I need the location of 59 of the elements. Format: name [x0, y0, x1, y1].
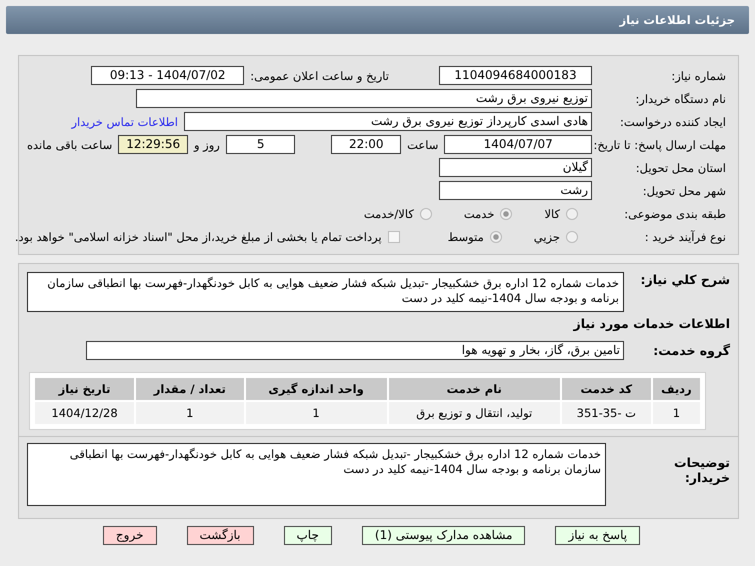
field-label: ایجاد کننده درخواست:	[619, 114, 726, 128]
radio-label: متوسط	[448, 230, 484, 244]
field-label: توضیحات خریدار:	[673, 454, 730, 485]
radio-label: کالا/خدمت	[364, 206, 414, 220]
summary-textarea[interactable]: خدمات شماره 12 اداره برق خشکبیجار -تبدیل شبکه فشار ضعیف هوایی به کابل خودنگهدار-فهرست بها انطباقی سازمان برنامه و بودجه سال 1404-نیمه کلید در دست	[27, 272, 624, 312]
action-button[interactable]: بازگشت	[186, 526, 254, 545]
checkbox[interactable]	[388, 230, 400, 242]
need-number-field: 1104094684000183	[439, 66, 592, 85]
field-label: شهر محل تحویل:	[642, 184, 726, 198]
radio-button[interactable]	[490, 230, 502, 242]
table-cell: 1	[246, 402, 387, 424]
creator-field: هادی اسدی کارپرداز توزیع نیروی برق رشت	[184, 112, 592, 131]
field-label: گروه خدمت:	[652, 343, 730, 358]
radio-button[interactable]	[566, 208, 578, 220]
column-header: تعداد / مقدار	[136, 378, 244, 400]
days-label: روز و	[194, 138, 220, 152]
column-header: واحد اندازه گیری	[246, 378, 387, 400]
remaining-label: ساعت باقی مانده	[27, 138, 112, 152]
buyer-field: توزیع نیروی برق رشت	[136, 89, 592, 108]
table-cell: 1	[136, 402, 244, 424]
table-cell: ت -35-351	[562, 402, 651, 424]
table-cell: 1	[652, 402, 700, 424]
action-button[interactable]: پاسخ به نیاز	[555, 526, 640, 545]
contact-link[interactable]: اطلاعات تماس خریدار	[71, 114, 178, 128]
announce-date-field: 1404/07/02 - 09:13	[91, 66, 244, 85]
notes-textarea[interactable]: خدمات شماره 12 اداره برق خشکبیجار -تبدیل شبکه فشار ضعیف هوایی به کابل خودنگهدار-فهرست بها انطباقی سازمان برنامه و بودجه سال 1404-نیمه کلید در دست	[27, 443, 606, 506]
table-cell: 1404/12/28	[35, 402, 134, 424]
column-header: نام خدمت	[388, 378, 560, 400]
payment-note: پرداخت تمام یا بخشی از مبلغ خرید،از محل "اسناد خزانه اسلامی" خواهد بود.	[14, 230, 382, 244]
column-header: ردیف	[652, 378, 700, 400]
days-field: 5	[226, 135, 296, 154]
field-label: شماره نیاز:	[670, 68, 726, 82]
radio-label: خدمت	[464, 206, 494, 220]
page-header: جزئیات اطلاعات نیاز	[6, 6, 749, 34]
deadline-date-field: 1404/07/07	[444, 135, 592, 154]
section-heading: اطلاعات خدمات مورد نیاز	[572, 316, 730, 331]
province-field: گیلان	[439, 158, 592, 177]
action-button[interactable]: مشاهده مدارک پیوستی (1)	[362, 526, 526, 545]
field-label: طبقه بندی موضوعی:	[623, 206, 726, 220]
field-label: شرح کلي نیاز:	[640, 272, 730, 287]
field-label: تاریخ و ساعت اعلان عمومی:	[250, 68, 389, 82]
action-button[interactable]: چاپ	[284, 526, 332, 545]
remaining-time-field: 12:29:56	[118, 135, 188, 154]
radio-button[interactable]	[566, 230, 578, 242]
field-label: استان محل تحویل:	[634, 160, 726, 174]
field-label: نوع فرآیند خرید :	[644, 230, 726, 244]
field-label: نام دستگاه خریدار:	[634, 92, 726, 106]
radio-label: کالا	[544, 206, 560, 220]
radio-button[interactable]	[420, 208, 432, 220]
service-group-field: تامین برق، گاز، بخار و تهویه هوا	[86, 341, 624, 360]
table-cell: تولید، انتقال و توزیع برق	[388, 402, 560, 424]
deadline-time-field: 22:00	[331, 135, 402, 154]
column-header: کد خدمت	[562, 378, 651, 400]
radio-label: جزيي	[534, 230, 560, 244]
radio-button[interactable]	[500, 208, 512, 220]
time-label: ساعت	[407, 138, 438, 152]
action-button[interactable]: خروج	[102, 526, 156, 545]
column-header: تاریخ نیاز	[35, 378, 134, 400]
city-field: رشت	[439, 181, 592, 200]
